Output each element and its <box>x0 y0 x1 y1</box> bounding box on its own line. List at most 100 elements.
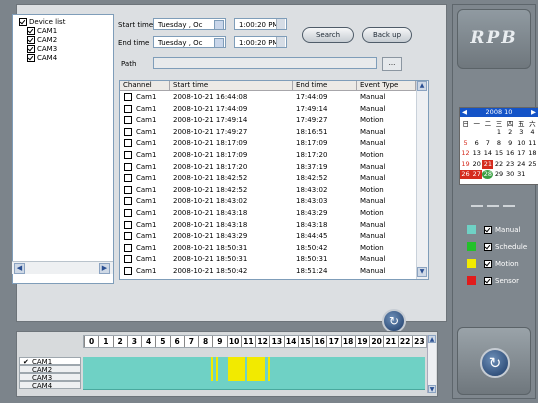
table-row[interactable]: Cam1 2008-10-21 18:43:18 18:43:18 Manual <box>120 220 416 230</box>
calendar-day[interactable]: 26 <box>460 170 472 179</box>
legend-checkbox[interactable] <box>484 226 492 234</box>
tree-root[interactable]: Device list <box>19 18 65 27</box>
calendar-day[interactable]: 27 <box>471 170 483 179</box>
calendar-day[interactable]: 25 <box>527 160 538 169</box>
table-row[interactable]: Cam1 2008-10-21 18:17:20 18:37:19 Manual <box>120 162 416 172</box>
row-checkbox[interactable] <box>124 138 134 148</box>
timeline-channel-cam4[interactable]: CAM4 <box>19 381 81 390</box>
table-row[interactable]: Cam1 2008-10-21 18:43:02 18:43:03 Manual <box>120 196 416 206</box>
calendar-day[interactable]: 7 <box>482 139 493 148</box>
cam2-checkbox[interactable] <box>27 36 35 44</box>
calendar-day[interactable]: 15 <box>493 149 504 158</box>
motion-segment[interactable] <box>211 365 214 373</box>
timeline-channel-cam1[interactable]: CAM1 ✔ <box>19 357 81 366</box>
calendar-day[interactable]: 4 <box>527 128 538 137</box>
search-button[interactable]: Search <box>302 27 354 43</box>
refresh-icon[interactable]: ↻ <box>382 309 406 333</box>
start-date-picker[interactable]: Tuesday , Oc <box>153 18 226 30</box>
row-checkbox[interactable] <box>124 185 134 195</box>
cam1-checkbox[interactable] <box>27 27 35 35</box>
table-row[interactable]: Cam1 2008-10-21 18:17:09 18:17:09 Manual <box>120 138 416 148</box>
calendar-day[interactable]: 23 <box>505 160 516 169</box>
calendar-day[interactable]: 28 <box>482 170 494 179</box>
backup-button[interactable]: Back up <box>362 27 412 43</box>
calendar-day[interactable]: 5 <box>460 139 471 148</box>
column-header-type[interactable]: Event Type <box>357 81 416 90</box>
row-checkbox[interactable] <box>124 208 134 218</box>
motion-segment[interactable] <box>211 357 214 365</box>
row-checkbox[interactable] <box>124 115 134 125</box>
calendar-day[interactable]: 18 <box>527 149 538 158</box>
motion-segment[interactable] <box>215 365 218 373</box>
row-checkbox[interactable] <box>124 266 134 276</box>
motion-segment[interactable] <box>215 357 218 365</box>
table-row[interactable]: Cam1 2008-10-21 18:42:52 18:42:52 Manual <box>120 173 416 183</box>
tree-horizontal-scrollbar[interactable]: ◀ ▶ <box>12 261 113 274</box>
motion-segment[interactable] <box>268 357 271 365</box>
column-header-channel[interactable]: Channel <box>120 81 170 90</box>
path-input[interactable] <box>153 57 377 69</box>
legend-checkbox[interactable] <box>484 243 492 251</box>
table-row[interactable]: Cam1 2008-10-21 18:17:09 18:17:20 Motion <box>120 150 416 160</box>
row-checkbox[interactable] <box>124 104 134 114</box>
chevron-down-icon[interactable] <box>214 20 224 30</box>
table-row[interactable]: Cam1 2008-10-21 18:43:29 18:44:45 Manual <box>120 231 416 241</box>
spin-icon[interactable] <box>276 37 285 47</box>
calendar-day[interactable]: 22 <box>493 160 504 169</box>
device-tree[interactable]: Device list CAM1 CAM2 CAM3 CAM4 <box>12 14 114 284</box>
timeline-channel-cam2[interactable]: CAM2 <box>19 365 81 374</box>
scroll-down-icon[interactable]: ▼ <box>417 267 427 277</box>
motion-segment[interactable] <box>228 357 246 365</box>
table-row[interactable]: Cam1 2008-10-21 16:44:08 17:44:09 Manual <box>120 92 416 102</box>
timeline-channel-cam3[interactable]: CAM3 <box>19 373 81 382</box>
motion-segment[interactable] <box>215 373 218 381</box>
table-vertical-scrollbar[interactable]: ▲ ▼ <box>416 81 428 279</box>
prev-month-icon[interactable]: ◀ <box>462 108 467 117</box>
table-row[interactable]: Cam1 2008-10-21 18:50:31 18:50:42 Motion <box>120 243 416 253</box>
spin-icon[interactable] <box>276 19 285 29</box>
playback-icon[interactable]: ↻ <box>480 348 510 378</box>
motion-segment[interactable] <box>228 365 246 373</box>
motion-segment[interactable] <box>228 373 246 381</box>
timeline-scrollbar[interactable]: ▲ ▼ <box>427 335 436 393</box>
timeline-track[interactable] <box>83 381 425 390</box>
table-row[interactable]: Cam1 2008-10-21 17:49:14 17:49:27 Motion <box>120 115 416 125</box>
row-checkbox[interactable] <box>124 243 134 253</box>
calendar-day[interactable]: 19 <box>460 160 471 169</box>
end-time-field[interactable]: 1:00:20 PM <box>234 36 287 48</box>
motion-segment[interactable] <box>211 373 214 381</box>
start-time-field[interactable]: 1:00:20 PM <box>234 18 287 30</box>
calendar-day[interactable]: 1 <box>493 128 504 137</box>
row-checkbox[interactable] <box>124 92 134 102</box>
table-row[interactable]: Cam1 2008-10-21 17:49:27 18:16:51 Manual <box>120 127 416 137</box>
chevron-down-icon[interactable] <box>214 38 224 48</box>
calendar-day[interactable]: 31 <box>516 170 527 179</box>
motion-segment[interactable] <box>246 357 266 365</box>
browse-button[interactable]: ... <box>382 57 402 71</box>
calendar-day[interactable]: 21 <box>482 159 494 169</box>
row-checkbox[interactable] <box>124 254 134 264</box>
calendar-day[interactable]: 20 <box>471 160 482 169</box>
cam3-checkbox[interactable] <box>27 45 35 53</box>
calendar-day[interactable]: 2 <box>505 128 516 137</box>
row-checkbox[interactable] <box>124 162 134 172</box>
column-header-start[interactable]: Start time <box>170 81 293 90</box>
cam4-checkbox[interactable] <box>27 54 35 62</box>
calendar-day[interactable]: 17 <box>516 149 527 158</box>
table-row[interactable]: Cam1 2008-10-21 18:42:52 18:43:02 Motion <box>120 185 416 195</box>
scroll-left-icon[interactable]: ◀ <box>14 263 25 274</box>
calendar-day[interactable]: 16 <box>505 149 516 158</box>
tree-item-cam4[interactable]: CAM4 <box>27 54 57 63</box>
scroll-up-icon[interactable]: ▲ <box>428 335 436 343</box>
calendar-day[interactable]: 14 <box>482 149 493 158</box>
calendar-day[interactable]: 9 <box>505 139 516 148</box>
calendar-day[interactable]: 11 <box>527 139 538 148</box>
calendar[interactable]: ◀ 2008 10 ▶ 日一二三四五六 1 2 3 4 5 6 7 8 9 10 11 12 13 14 15… <box>459 107 538 185</box>
calendar-day[interactable]: 13 <box>471 149 482 158</box>
row-checkbox[interactable] <box>124 196 134 206</box>
tree-item-cam2[interactable]: CAM2 <box>27 36 57 45</box>
column-header-end[interactable]: End time <box>293 81 357 90</box>
calendar-day[interactable]: 29 <box>493 170 504 179</box>
calendar-day[interactable]: 10 <box>516 139 527 148</box>
calendar-day[interactable]: 3 <box>516 128 527 137</box>
